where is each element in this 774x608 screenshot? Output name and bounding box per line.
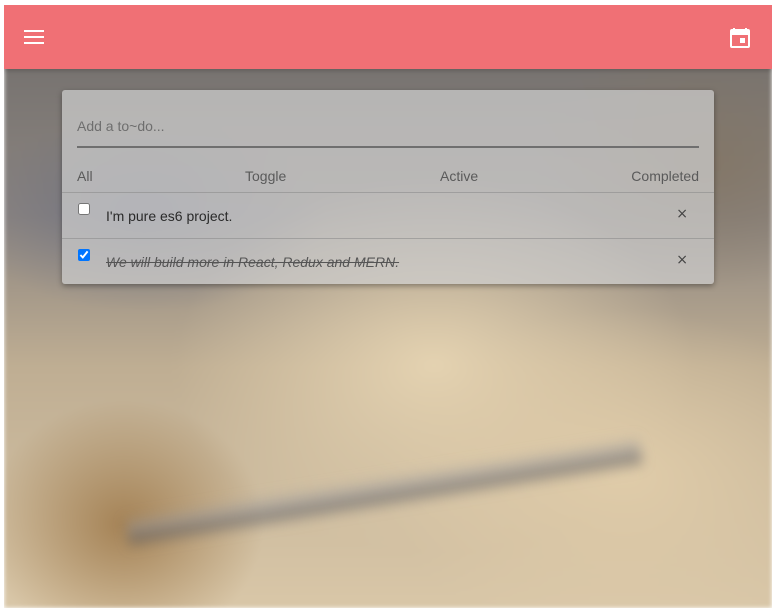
- todo-card: All Toggle Active Completed I'm pure es6…: [62, 90, 714, 284]
- filter-all[interactable]: All: [77, 168, 93, 184]
- app-window: All Toggle Active Completed I'm pure es6…: [4, 5, 772, 608]
- todo-item: We will build more in React, Redux and M…: [62, 239, 714, 284]
- delete-button[interactable]: ×: [676, 206, 688, 222]
- filter-bar: All Toggle Active Completed: [62, 160, 714, 193]
- delete-button[interactable]: ×: [676, 252, 688, 268]
- calendar-icon: [730, 28, 750, 48]
- filter-active[interactable]: Active: [440, 168, 478, 184]
- app-bar: [4, 5, 772, 69]
- filter-completed[interactable]: Completed: [631, 168, 699, 184]
- todo-checkbox[interactable]: [78, 249, 90, 261]
- todo-text[interactable]: We will build more in React, Redux and M…: [106, 254, 399, 270]
- todo-input-wrapper: [77, 108, 699, 148]
- todo-item: I'm pure es6 project. ×: [62, 193, 714, 239]
- todo-input[interactable]: [77, 108, 699, 144]
- todo-checkbox[interactable]: [78, 203, 90, 215]
- menu-icon: [24, 30, 44, 44]
- todo-text[interactable]: I'm pure es6 project.: [106, 208, 232, 224]
- menu-button[interactable]: [18, 21, 50, 53]
- calendar-button[interactable]: [724, 21, 756, 53]
- filter-toggle[interactable]: Toggle: [245, 168, 286, 184]
